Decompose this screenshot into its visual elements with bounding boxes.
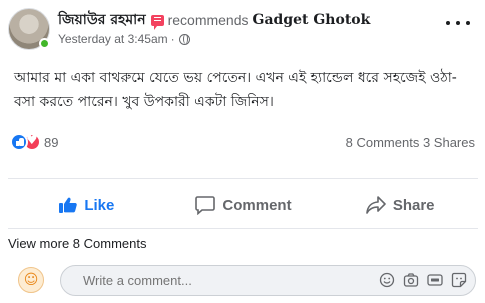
commenter-avatar: ☺ [18, 267, 44, 293]
post-actions: Like Comment Share [8, 185, 478, 225]
comments-count-link[interactable]: 8 Comments [346, 135, 420, 150]
view-more-comments-link[interactable]: View more 8 Comments [8, 236, 146, 251]
post-timestamp[interactable]: Yesterday at 3:45am [58, 32, 168, 46]
engagement-stats: 8 Comments 3 Shares [346, 135, 475, 150]
post-text: আমার মা একা বাথরুমে যেতে ভয় পেতেন। এখন … [14, 70, 457, 110]
comment-icon [195, 196, 216, 215]
author-name[interactable]: জিয়াউর রহমান [58, 8, 146, 32]
comment-box[interactable] [60, 265, 476, 296]
sticker-icon[interactable] [451, 272, 467, 288]
like-reaction-icon [10, 133, 28, 151]
like-button[interactable]: Like [8, 185, 165, 225]
meta-separator: · [170, 32, 175, 46]
share-button[interactable]: Share [321, 185, 478, 225]
recommend-icon [150, 14, 164, 30]
more-options-button[interactable] [446, 14, 470, 32]
post-meta: Yesterday at 3:45am · [58, 32, 190, 46]
comment-button[interactable]: Comment [165, 185, 322, 225]
like-label: Like [84, 196, 115, 214]
thumbs-up-icon [59, 197, 78, 213]
recommends-label: recommends [167, 12, 249, 28]
post-header: জিয়াউর রহমান recommends Gadget Ghotok Y… [8, 8, 478, 52]
gif-icon[interactable] [427, 272, 443, 288]
author-avatar[interactable] [8, 8, 50, 50]
page-name-link[interactable]: Gadget Ghotok [253, 12, 371, 28]
share-label: Share [392, 196, 435, 214]
comment-tools [379, 272, 467, 288]
post-author-line: জিয়াউর রহমান recommends Gadget Ghotok [58, 8, 371, 32]
reaction-count: 89 [44, 134, 59, 150]
globe-icon [178, 33, 190, 45]
share-icon [366, 196, 386, 214]
comment-input[interactable] [83, 273, 343, 288]
more-icon [446, 21, 450, 25]
comment-label: Comment [222, 196, 292, 214]
reactions-summary[interactable]: 89 [10, 131, 58, 153]
divider [8, 178, 478, 179]
shares-count-link[interactable]: 3 Shares [423, 135, 475, 150]
divider [8, 228, 478, 229]
comment-composer: ☺ [8, 262, 478, 298]
camera-icon[interactable] [403, 272, 419, 288]
online-status-dot [39, 38, 50, 49]
emoji-icon[interactable] [379, 272, 395, 288]
